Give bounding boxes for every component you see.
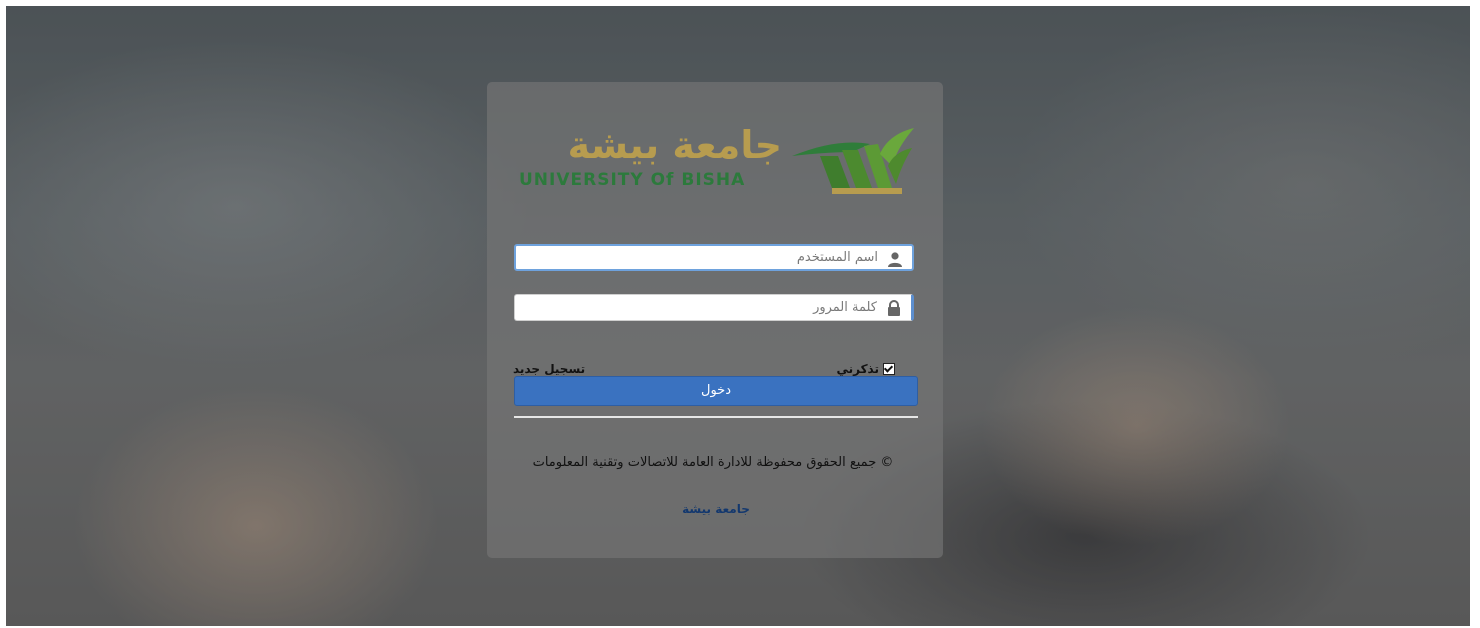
divider [514,416,918,418]
logo-english-name: UNIVERSITY Of BISHA [519,170,746,190]
user-icon [888,252,902,267]
username-input[interactable] [516,246,878,269]
background-photo: جامعة بيشة UNIVERSITY Of BISHA اسم المست… [6,6,1470,626]
copyright-text: © جميع الحقوق محفوظة للادارة العامة للات… [532,455,894,470]
register-link[interactable]: تسجيل جديد [513,362,585,376]
remember-me-label: تذكرني [836,362,879,376]
password-field[interactable] [514,294,914,321]
palm-leaves-icon [792,128,914,194]
login-button[interactable]: دخول [514,376,918,406]
login-card: جامعة بيشة UNIVERSITY Of BISHA اسم المست… [487,82,943,558]
remember-me[interactable]: تذكرني [836,362,895,376]
remember-me-checkbox[interactable] [883,363,895,375]
university-link[interactable]: جامعة بيشة [514,502,918,516]
university-logo: جامعة بيشة UNIVERSITY Of BISHA [517,122,915,206]
username-field[interactable] [514,244,914,271]
logo-arabic-name: جامعة بيشة [567,123,782,167]
lock-icon [888,300,900,316]
password-input[interactable] [515,295,877,320]
